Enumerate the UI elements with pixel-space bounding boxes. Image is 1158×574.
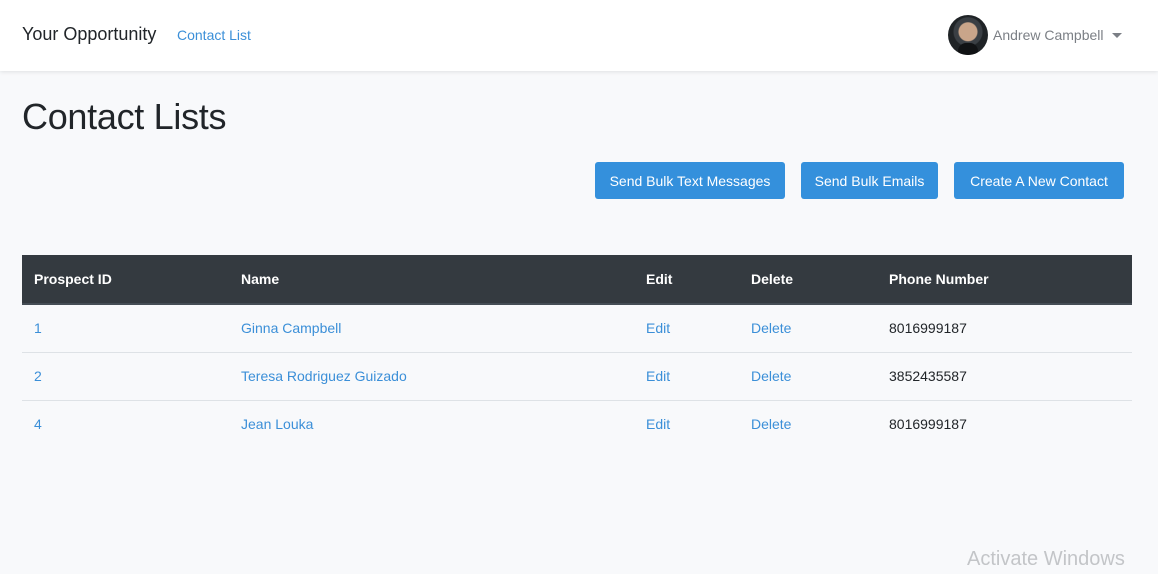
table-row: 1 Ginna Campbell Edit Delete 8016999187 [22,304,1132,352]
brand-title[interactable]: Your Opportunity [22,24,156,45]
prospect-id-link[interactable]: 1 [34,320,42,336]
create-contact-button[interactable]: Create A New Contact [954,162,1124,199]
table-row: 2 Teresa Rodriguez Guizado Edit Delete 3… [22,352,1132,400]
header-edit: Edit [634,255,739,305]
contact-name-link[interactable]: Jean Louka [241,416,313,432]
phone-number: 8016999187 [889,416,967,433]
contact-name-link[interactable]: Ginna Campbell [241,320,341,336]
prospect-id-link[interactable]: 2 [34,368,42,384]
edit-link[interactable]: Edit [646,320,670,336]
prospect-id-link[interactable]: 4 [34,416,42,432]
table-header: Prospect ID Name Edit Delete Phone Numbe… [22,255,1132,305]
contacts-table: Prospect ID Name Edit Delete Phone Numbe… [22,255,1132,448]
nav-link-contact-list[interactable]: Contact List [177,27,251,43]
delete-link[interactable]: Delete [751,320,791,336]
caret-down-icon [1111,33,1122,38]
activate-windows-watermark: Activate Windows [967,548,1125,570]
page-title: Contact Lists [22,96,227,137]
delete-link[interactable]: Delete [751,416,791,432]
table-header-row: Prospect ID Name Edit Delete Phone Numbe… [22,255,1132,305]
user-menu-dropdown[interactable]: Andrew Campbell [948,15,1122,55]
send-bulk-text-button[interactable]: Send Bulk Text Messages [595,162,785,199]
avatar [948,15,988,55]
table-row: 4 Jean Louka Edit Delete 8016999187 [22,400,1132,448]
edit-link[interactable]: Edit [646,416,670,432]
header-name: Name [229,255,634,305]
header-delete: Delete [739,255,877,305]
send-bulk-emails-button[interactable]: Send Bulk Emails [801,162,938,199]
user-name: Andrew Campbell [993,27,1104,43]
top-navbar: Your Opportunity Contact List Andrew Cam… [0,0,1158,71]
table-body: 1 Ginna Campbell Edit Delete 8016999187 … [22,304,1132,448]
phone-number: 3852435587 [889,368,967,384]
header-prospect-id: Prospect ID [22,255,229,305]
header-phone-number: Phone Number [877,255,1132,305]
edit-link[interactable]: Edit [646,368,670,384]
contact-name-link[interactable]: Teresa Rodriguez Guizado [241,368,407,384]
phone-number: 8016999187 [889,320,967,337]
delete-link[interactable]: Delete [751,368,791,384]
